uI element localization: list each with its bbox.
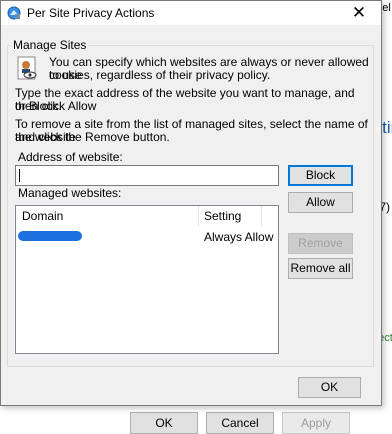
ok-button[interactable]: OK [298,377,361,398]
managed-websites-label: Managed websites: [18,186,122,200]
bg-ok-button[interactable]: OK [130,412,198,434]
bg-cancel-button[interactable]: Cancel [206,412,274,434]
list-header: Domain Setting [16,206,278,227]
dialog-title: Per Site Privacy Actions [27,6,155,20]
remove-all-button[interactable]: Remove all [288,258,353,279]
bg-apply-button[interactable]: Apply [282,412,350,434]
allow-button[interactable]: Allow [288,192,353,213]
block-button[interactable]: Block [288,165,353,186]
column-header-domain[interactable]: Domain [16,206,199,227]
intro-text-line2: cookies, regardless of their privacy pol… [49,68,271,82]
manage-sites-label: Manage Sites [11,38,89,52]
list-item-setting: Always Allow [204,230,274,244]
close-button[interactable]: ✕ [349,3,369,23]
address-label: Address of website: [18,150,123,164]
internet-options-icon [7,6,21,20]
instructions-add-line1: Type the exact address of the website yo… [15,86,355,113]
managed-websites-list[interactable]: Domain Setting Always Allow [15,205,279,354]
redaction-mark [18,231,82,241]
text-caret [19,169,20,182]
title-bar: Per Site Privacy Actions ✕ [1,1,381,25]
list-item-domain [16,229,199,245]
instructions-remove-line2: and click the Remove button. [15,130,170,144]
cookie-document-icon [17,56,37,80]
remove-button[interactable]: Remove [288,233,353,254]
privacy-actions-dialog: Per Site Privacy Actions ✕ Manage Sites … [0,0,382,406]
column-header-setting[interactable]: Setting [199,206,262,227]
address-input[interactable] [15,165,279,186]
instructions-add-line2: or Block. [15,99,62,113]
list-item[interactable]: Always Allow [16,229,278,245]
